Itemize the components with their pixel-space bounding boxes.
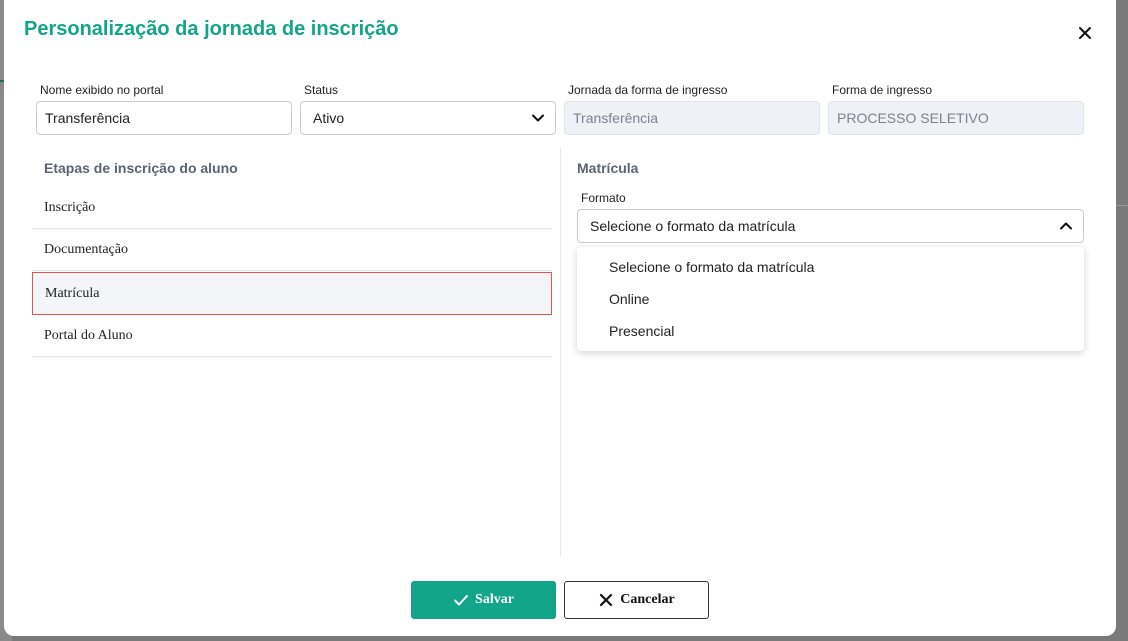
format-option[interactable]: Selecione o formato da matrícula	[609, 259, 814, 275]
format-value: Selecione o formato da matrícula	[590, 218, 796, 234]
save-label: Salvar	[475, 592, 514, 607]
format-label: Formato	[581, 191, 626, 205]
chevron-down-icon	[532, 114, 544, 122]
status-label: Status	[304, 83, 339, 97]
background-divider	[1116, 205, 1128, 206]
format-option-online[interactable]: Online	[609, 291, 649, 307]
panel-divider	[560, 148, 561, 556]
close-icon	[1079, 27, 1091, 39]
stage-item-matricula[interactable]: Matrícula	[32, 272, 552, 315]
matricula-title: Matrícula	[577, 160, 639, 176]
journey-customization-modal: Personalização da jornada de inscrição N…	[4, 0, 1116, 636]
format-select[interactable]: Selecione o formato da matrícula	[577, 209, 1084, 243]
jornada-label: Jornada da forma de ingresso	[568, 83, 728, 97]
stage-item-portal-do-aluno[interactable]: Portal do Aluno	[32, 315, 552, 357]
x-icon	[600, 593, 613, 607]
forma-value: PROCESSO SELETIVO	[837, 110, 989, 126]
nome-label: Nome exibido no portal	[40, 83, 164, 97]
jornada-value: Transferência	[573, 110, 659, 126]
forma-label: Forma de ingresso	[832, 83, 933, 97]
format-dropdown: Selecione o formato da matrícula Online …	[577, 247, 1084, 351]
stage-item-inscricao[interactable]: Inscrição	[32, 187, 552, 229]
jornada-input: Transferência	[564, 101, 820, 135]
nome-input[interactable]: Transferência	[36, 101, 292, 135]
status-value: Ativo	[313, 110, 345, 126]
close-button[interactable]	[1074, 22, 1096, 44]
chevron-up-icon	[1060, 222, 1072, 230]
stages-title: Etapas de inscrição do aluno	[44, 160, 238, 176]
stage-item-documentacao[interactable]: Documentação	[32, 229, 552, 271]
forma-input: PROCESSO SELETIVO	[828, 101, 1084, 135]
cancel-button[interactable]: Cancelar	[564, 581, 709, 619]
status-select[interactable]: Ativo	[300, 101, 556, 135]
save-button[interactable]: Salvar	[411, 581, 556, 619]
format-option-presencial[interactable]: Presencial	[609, 323, 674, 339]
check-icon	[454, 595, 469, 606]
cancel-label: Cancelar	[620, 592, 675, 607]
nome-value: Transferência	[45, 110, 131, 126]
modal-title: Personalização da jornada de inscrição	[24, 18, 399, 40]
